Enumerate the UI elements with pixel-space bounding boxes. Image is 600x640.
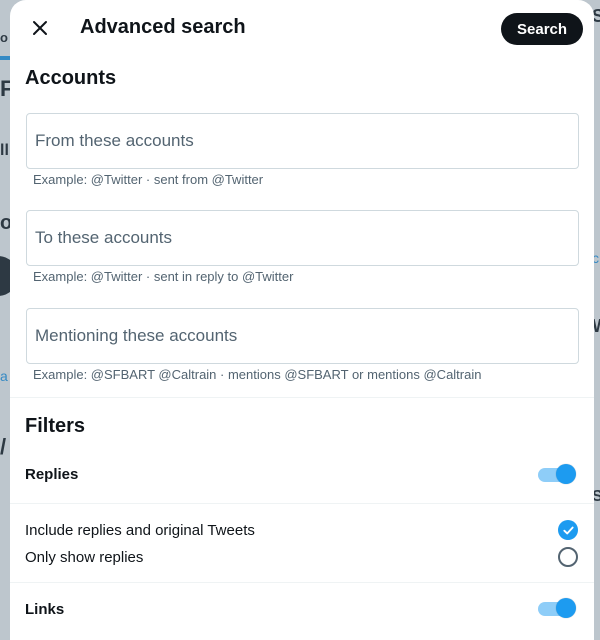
replies-label: Replies	[25, 466, 79, 483]
close-button[interactable]	[24, 12, 56, 44]
toggle-knob	[556, 464, 576, 484]
mentioning-accounts-input[interactable]	[35, 326, 578, 346]
filters-heading: Filters	[25, 415, 86, 437]
from-accounts-hint: Example: @Twitter · sent from @Twitter	[33, 172, 264, 187]
mentioning-accounts-field[interactable]	[26, 308, 579, 364]
replies-toggle[interactable]	[538, 464, 578, 484]
row-divider	[10, 582, 594, 583]
dialog-header: Advanced search Search	[10, 0, 594, 56]
accounts-heading: Accounts	[25, 67, 117, 89]
search-button[interactable]: Search	[501, 13, 584, 45]
from-accounts-field[interactable]	[26, 113, 579, 169]
section-divider	[10, 397, 594, 398]
to-accounts-hint: Example: @Twitter · sent in reply to @Tw…	[33, 269, 294, 284]
links-label: Links	[25, 601, 65, 618]
advanced-search-dialog: Advanced search Search Accounts Example:…	[10, 0, 594, 640]
dialog-body[interactable]: Accounts Example: @Twitter · sent from @…	[10, 56, 594, 640]
to-accounts-input[interactable]	[35, 228, 578, 248]
toggle-knob	[556, 598, 576, 618]
checkmark-icon	[562, 526, 574, 534]
links-toggle[interactable]	[538, 598, 578, 618]
row-divider	[10, 503, 594, 504]
dialog-title: Advanced search	[80, 16, 246, 38]
option-include-replies-label: Include replies and original Tweets	[25, 522, 255, 539]
from-accounts-input[interactable]	[35, 131, 578, 151]
mentioning-accounts-hint: Example: @SFBART @Caltrain · mentions @S…	[33, 367, 482, 382]
option-include-replies-radio[interactable]	[558, 520, 578, 540]
option-only-replies-label: Only show replies	[25, 549, 144, 566]
option-only-replies-radio[interactable]	[558, 547, 578, 567]
close-icon	[33, 21, 47, 35]
to-accounts-field[interactable]	[26, 210, 579, 266]
